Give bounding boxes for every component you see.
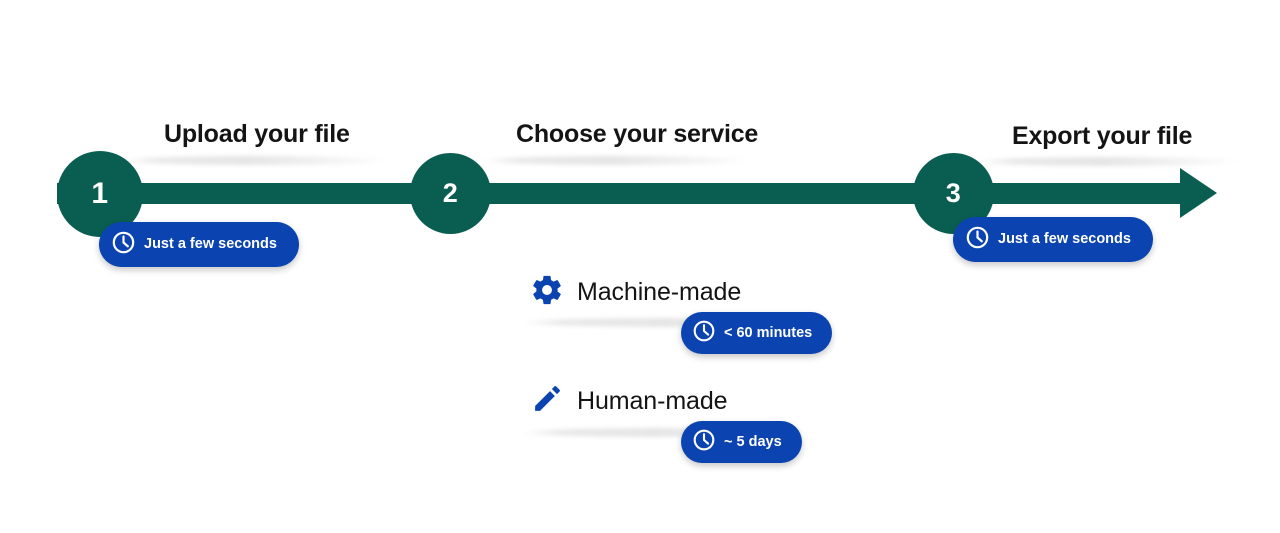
title-shadow-strip — [120, 156, 390, 165]
gear-icon — [530, 273, 564, 312]
step-title-3: Export your file — [1012, 122, 1193, 150]
process-timeline-infographic: Upload your file Choose your service Exp… — [0, 0, 1280, 533]
clock-icon — [111, 230, 136, 259]
pencil-icon — [531, 382, 564, 420]
duration-label: ~ 5 days — [724, 433, 782, 450]
step-marker-2[interactable]: 2 — [410, 153, 491, 234]
clock-icon — [965, 225, 990, 254]
step-number-3: 3 — [945, 178, 962, 208]
duration-badge-upload: Just a few seconds — [99, 222, 299, 267]
service-option-human-made[interactable]: Human-made — [531, 382, 728, 420]
title-shadow-strip — [480, 156, 755, 165]
arrow-right-icon — [1180, 168, 1217, 218]
step-number-2: 2 — [442, 178, 459, 208]
duration-label: Just a few seconds — [998, 231, 1131, 248]
title-shadow-strip — [975, 157, 1243, 166]
duration-label: Just a few seconds — [144, 236, 277, 253]
timeline-bar — [57, 183, 1197, 204]
service-label: Human-made — [577, 386, 728, 415]
duration-badge-machine-made: < 60 minutes — [681, 312, 833, 354]
step-title-2: Choose your service — [516, 120, 759, 148]
duration-label: < 60 minutes — [724, 324, 813, 341]
step-number-1: 1 — [91, 177, 109, 210]
clock-icon — [692, 428, 716, 456]
service-label: Machine-made — [577, 278, 742, 306]
step-title-1: Upload your file — [164, 120, 350, 148]
clock-icon — [692, 319, 716, 347]
duration-badge-human-made: ~ 5 days — [681, 421, 802, 463]
duration-badge-export: Just a few seconds — [953, 217, 1153, 262]
service-option-machine-made[interactable]: Machine-made — [530, 273, 741, 312]
